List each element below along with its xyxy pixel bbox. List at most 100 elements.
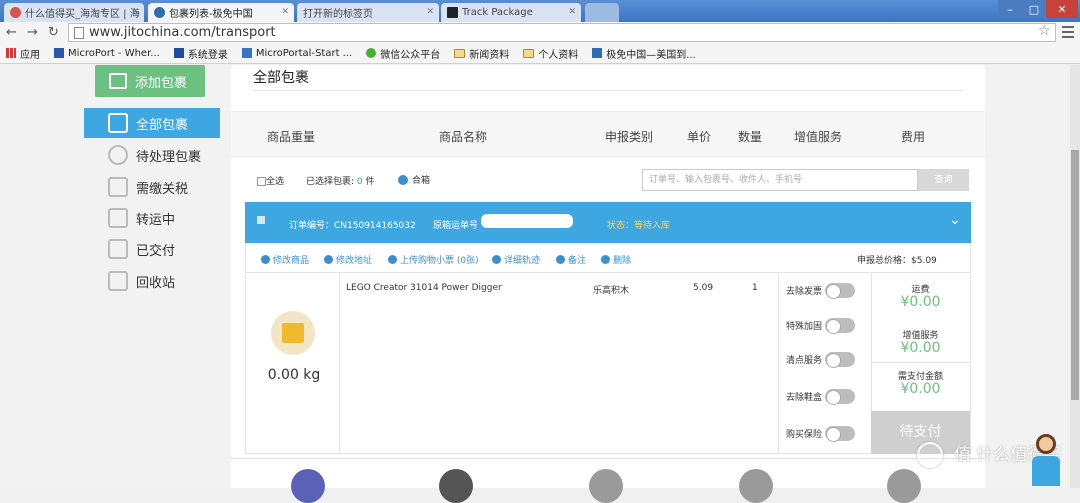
bookmark-star-icon[interactable]: ☆ [1038, 23, 1051, 39]
scrollbar[interactable] [1070, 65, 1080, 488]
col-price: 单价 [687, 130, 712, 144]
progress-steps [231, 458, 985, 503]
bookmark-wechat[interactable]: 微信公众平台 [366, 46, 440, 61]
bookmark-label: MicroPortal-Start ... [255, 47, 353, 59]
edit-address-action[interactable]: 修改地址 [324, 253, 372, 266]
tab-track-package[interactable]: Track Package ✕ [441, 3, 581, 22]
window-close-icon[interactable]: ✕ [1046, 0, 1078, 18]
bookmark-jitochina[interactable]: 极免中国—美国到... [592, 46, 696, 61]
remove-shoebox-toggle[interactable] [825, 389, 855, 405]
sidebar-item-label: 回收站 [136, 275, 176, 291]
package-detail: 0.00 kg LEGO Creator 31014 Power Digger … [245, 273, 971, 454]
chrome-menu-icon[interactable] [1062, 26, 1074, 41]
delete-action[interactable]: 删除 [601, 253, 631, 266]
service-label: 特殊加固 [786, 322, 823, 332]
track-action[interactable]: 详细轨迹 [492, 253, 540, 266]
remove-invoice-toggle[interactable] [825, 283, 855, 299]
page-icon [74, 27, 84, 39]
col-name: 商品名称 [439, 130, 488, 144]
close-icon[interactable]: ✕ [568, 7, 576, 17]
tab-smzdm[interactable]: 什么值得买_海淘专区 | 海 ✕ [4, 3, 144, 22]
bookmark-label: 极免中国—美国到... [606, 49, 696, 61]
select-all[interactable]: 全选 [257, 174, 284, 187]
maximize-icon[interactable]: □ [1022, 0, 1046, 18]
upload-receipt-action[interactable]: 上传购物小票 (0张) [388, 253, 479, 266]
forward-icon[interactable]: → [27, 25, 38, 40]
service-label: 去除鞋盒 [786, 393, 823, 403]
order-header: 订单编号：CN150914165032 原箱运单号 状态：等待入库 ⌄ [245, 202, 971, 243]
watermark-logo [917, 442, 943, 468]
step-icon [739, 469, 773, 503]
reload-icon[interactable]: ↻ [48, 25, 59, 40]
sidebar-item-pending[interactable]: 待处理包裹 [84, 140, 220, 170]
back-icon[interactable]: ← [6, 25, 17, 40]
edit-goods-action[interactable]: 修改商品 [261, 253, 309, 266]
note-action[interactable]: 备注 [556, 253, 586, 266]
location-icon [324, 255, 333, 264]
bookmark-apps[interactable]: 应用 [6, 46, 40, 61]
bookmark-login[interactable]: 系统登录 [173, 46, 228, 61]
sidebar-item-delivered[interactable]: 已交付 [84, 234, 220, 264]
upload-icon [388, 255, 397, 264]
order-checkbox[interactable] [257, 216, 265, 224]
item-qty: 1 [752, 283, 758, 293]
folder-icon [454, 48, 466, 58]
service-label: 清点服务 [786, 356, 823, 366]
scrollbar-thumb[interactable] [1071, 150, 1079, 400]
sidebar-item-trash[interactable]: 回收站 [84, 266, 220, 296]
sidebar-item-tax[interactable]: 需缴关税 [84, 172, 220, 202]
col-weight: 商品重量 [267, 130, 316, 144]
chevron-down-icon[interactable]: ⌄ [949, 212, 961, 228]
sidebar-item-all[interactable]: 全部包裹 [84, 108, 220, 138]
close-icon[interactable]: ✕ [426, 7, 434, 17]
bookmark-microport[interactable]: MicroPort - Wher... [54, 48, 160, 59]
merge-button[interactable]: 合箱 [398, 173, 430, 186]
close-icon[interactable]: ✕ [131, 7, 139, 17]
insurance-toggle[interactable] [825, 426, 855, 442]
merge-label: 合箱 [412, 176, 431, 186]
sidebar-item-label: 已交付 [136, 243, 176, 259]
tab-transport[interactable]: 包裹列表-极免中国 ✕ [148, 3, 294, 22]
tab-newtab[interactable]: 打开新的标签页 ✕ [297, 3, 439, 22]
wechat-icon [366, 48, 377, 58]
declared-total: 申报总价格：$5.09 [857, 256, 937, 266]
info-icon [556, 255, 565, 264]
bookmark-news[interactable]: 新闻资料 [454, 46, 509, 61]
page-title: 全部包裹 [253, 70, 309, 86]
item-category: 乐高积木 [593, 286, 630, 296]
step-icon [887, 469, 921, 503]
bookmark-personal[interactable]: 个人资料 [523, 46, 578, 61]
action-label: 修改地址 [336, 256, 373, 266]
selected-unit: 件 [365, 177, 375, 187]
tab-label: 包裹列表-极免中国 [169, 9, 253, 20]
bookmark-label: 系统登录 [187, 49, 228, 61]
browser-tabbar: 什么值得买_海淘专区 | 海 ✕ 包裹列表-极免中国 ✕ 打开新的标签页 ✕ T… [0, 0, 1080, 22]
action-label: 上传购物小票 (0张) [400, 256, 479, 266]
address-bar[interactable]: www.jitochina.com/transport [68, 23, 1056, 42]
service-fee-value: ¥0.00 [900, 340, 941, 356]
avatar-head [1036, 434, 1056, 454]
add-package-button[interactable]: 添加包裹 [95, 65, 205, 97]
col-fee: 费用 [901, 130, 926, 144]
col-category: 申报类别 [605, 130, 654, 144]
minimize-icon[interactable]: – [998, 0, 1022, 18]
new-tab-button[interactable] [585, 3, 619, 22]
close-icon[interactable]: ✕ [281, 7, 289, 17]
reinforce-toggle[interactable] [825, 318, 855, 334]
action-label: 备注 [568, 256, 587, 266]
divider [871, 362, 970, 363]
select-all-checkbox[interactable] [257, 177, 266, 186]
bookmark-label: 个人资料 [538, 49, 579, 61]
step-icon [291, 469, 325, 503]
help-avatar[interactable] [1028, 428, 1064, 488]
search-button[interactable]: 查询 [918, 169, 969, 191]
count-toggle[interactable] [825, 352, 855, 368]
service-remove-invoice: 去除发票 [786, 283, 855, 299]
sidebar-item-label: 需缴关税 [136, 181, 189, 197]
selected-info: 已选择包裹: 0 件 [306, 174, 375, 187]
sidebar-item-transit[interactable]: 转运中 [84, 203, 220, 233]
search-input[interactable]: 订单号、输入包裹号、收件人、手机号 [642, 169, 918, 191]
bookmark-microportal[interactable]: MicroPortal-Start ... [241, 47, 353, 59]
shipping-value: ¥0.00 [900, 294, 941, 310]
folder-icon [523, 48, 535, 58]
